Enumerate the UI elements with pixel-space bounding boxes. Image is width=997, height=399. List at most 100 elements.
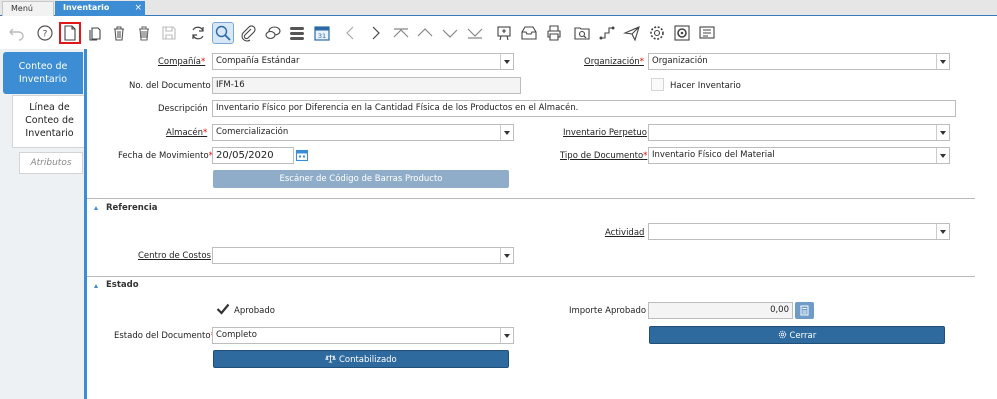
undo-icon[interactable] [6,22,28,44]
org-label-text: Organización [584,57,640,67]
required-mark: * [202,128,208,138]
help-icon[interactable]: ? [34,22,56,44]
calendar-icon[interactable]: 31 [311,22,333,44]
print-icon[interactable] [543,22,565,44]
warehouse-value: Comercialización [216,127,289,137]
doctype-value: Inventario Físico del Material [652,150,775,160]
new-record-icon[interactable] [59,22,81,44]
warehouse-label: Almacén* [166,128,207,138]
docno-field[interactable]: IFM-16 [212,77,521,94]
down-icon[interactable] [439,22,461,44]
last-icon[interactable] [464,22,486,44]
toolbar: ? 31 [0,17,997,49]
approved-amount-field[interactable]: 0,00 [648,302,793,319]
close-document-button[interactable]: Cerrar [649,326,945,344]
description-label: Descripción [158,104,208,114]
chevron-down-icon[interactable] [936,224,949,239]
attachment-icon[interactable] [237,22,259,44]
required-mark: * [639,57,644,67]
description-field[interactable]: Inventario Físico por Diferencia en la C… [212,100,956,117]
up-icon[interactable] [414,22,436,44]
chevron-down-icon[interactable] [936,148,949,163]
tab-linea-conteo[interactable]: Línea de Conteo de Inventario [12,95,86,148]
make-inventory-label: Hacer Inventario [670,81,741,91]
request-icon[interactable] [621,22,643,44]
collapse-icon[interactable] [94,206,98,210]
balance-scale-icon [325,354,336,363]
docno-value: IFM-16 [216,80,245,90]
window-tab-strip: Menú (9) Inventario Físico × [0,0,997,27]
tab-atributos[interactable]: Atributos [19,152,83,174]
refresh-icon[interactable] [187,22,209,44]
svg-text:?: ? [43,30,48,40]
doc-status-value: Completo [216,330,257,340]
required-mark: * [643,151,648,161]
activity-select[interactable] [648,223,950,240]
close-tab-icon[interactable]: × [134,1,142,15]
svg-text:31: 31 [318,32,326,40]
gear-icon [778,330,787,339]
company-label-text: Compañía [158,57,201,67]
tab-panel: Conteo de Inventario Línea de Conteo de … [0,49,86,399]
collapse-icon[interactable] [94,284,98,288]
posted-button[interactable]: Contabilizado [213,350,509,368]
zoom-across-icon[interactable] [571,22,593,44]
tab-inventario-fisico[interactable]: Inventario Físico × [55,1,145,26]
calendar-icon[interactable] [295,148,309,162]
movement-date-label-text: Fecha de Movimiento [118,151,209,161]
approved-checkbox[interactable] [216,302,230,316]
workflow-icon[interactable] [596,22,618,44]
activity-label: Actividad [605,228,645,238]
doc-status-label-text: Estado del Documento [114,331,211,341]
chevron-down-icon[interactable] [500,54,513,69]
doc-status-select[interactable]: Completo [212,327,514,344]
barcode-scan-button[interactable]: Escáner de Código de Barras Producto [213,170,509,188]
section-estado-title[interactable]: Estado [106,280,139,290]
previous-icon[interactable] [340,22,362,44]
first-icon[interactable] [390,22,412,44]
tab-conteo-inventario[interactable]: Conteo de Inventario [3,52,83,94]
description-value: Inventario Físico por Diferencia en la C… [216,103,579,113]
find-icon[interactable] [212,22,234,44]
doctype-label-text: Tipo de Documento [560,151,644,161]
end-icon[interactable] [696,22,718,44]
doctype-label: Tipo de Documento* [560,151,647,161]
delete-selection-icon[interactable] [133,22,155,44]
grid-toggle-icon[interactable] [286,22,308,44]
company-value: Compañía Estándar [216,56,300,66]
chevron-down-icon[interactable] [936,54,949,69]
settings-icon[interactable] [646,22,668,44]
org-select[interactable]: Organización [648,53,950,70]
report-icon[interactable] [493,22,515,44]
tab-menu[interactable]: Menú (9) [2,1,54,27]
copy-icon[interactable] [84,22,106,44]
next-icon[interactable] [364,22,386,44]
chat-icon[interactable] [262,22,284,44]
docno-label: No. del Documento [129,81,211,91]
archive-icon[interactable] [518,22,540,44]
approved-amount-value: 0,00 [770,305,789,315]
chevron-down-icon[interactable] [936,125,949,140]
approved-label: Aprobado [234,306,275,316]
approved-amount-label: Importe Aprobado [569,306,647,316]
chevron-down-icon[interactable] [500,248,513,263]
perpetual-label: Inventario Perpetuo [563,128,647,138]
movement-date-field[interactable]: 20/05/2020 [212,147,294,164]
org-value: Organización [652,56,708,66]
delete-icon[interactable] [108,22,130,44]
make-inventory-checkbox[interactable] [651,78,664,91]
doctype-select[interactable]: Inventario Físico del Material [648,147,950,164]
doc-status-label: Estado del Documento* [114,331,215,341]
product-info-icon[interactable] [671,22,693,44]
save-icon[interactable] [158,22,180,44]
chevron-down-icon[interactable] [500,328,513,343]
section-referencia-title[interactable]: Referencia [106,203,157,213]
cost-center-select[interactable] [212,247,514,264]
calculator-icon[interactable] [795,302,814,319]
perpetual-select[interactable] [648,124,950,141]
company-select[interactable]: Compañía Estándar [212,53,514,70]
warehouse-select[interactable]: Comercialización [212,124,514,141]
chevron-down-icon[interactable] [500,125,513,140]
section-divider [87,276,975,277]
cost-center-label: Centro de Costos [138,251,211,261]
